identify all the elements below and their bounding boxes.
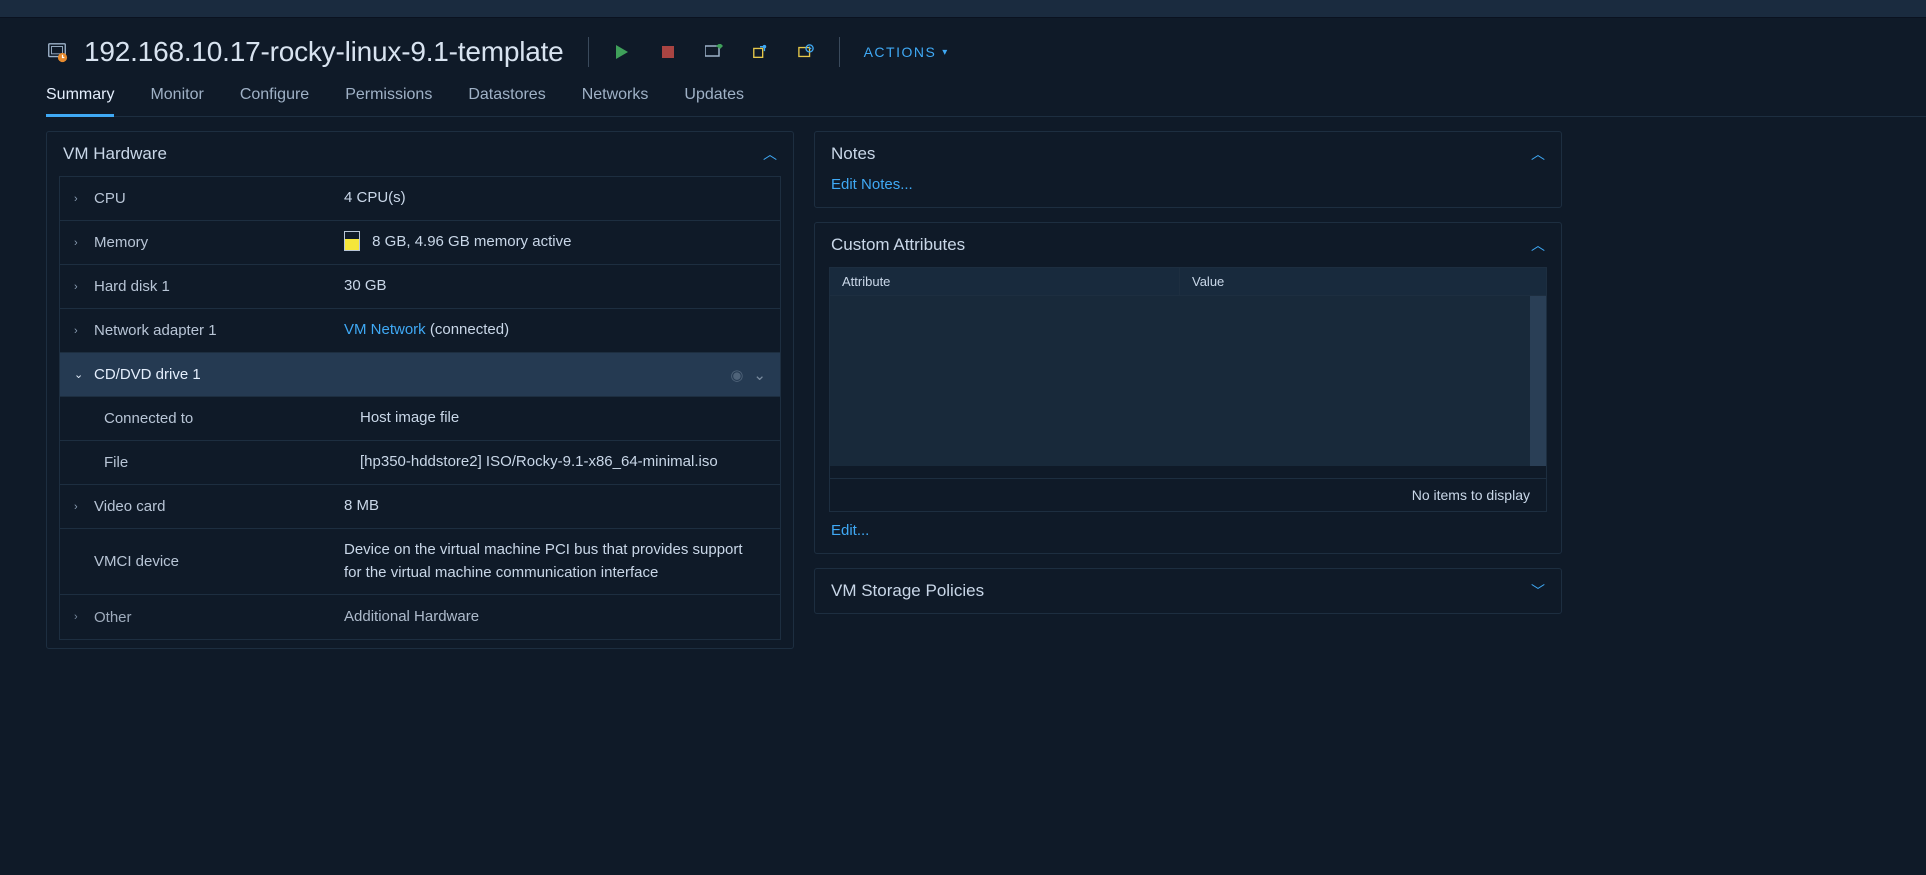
chevron-down-icon[interactable]: ﹀ — [1531, 581, 1545, 601]
hw-row-cpu[interactable]: › CPU 4 CPU(s) — [60, 177, 780, 221]
vm-hardware-card: VM Hardware ︿ › CPU 4 CPU(s) — [46, 131, 794, 649]
notes-card: Notes ︿ Edit Notes... — [814, 131, 1562, 208]
hw-row-memory[interactable]: › Memory 8 GB, 4.96 GB memory active — [60, 221, 780, 265]
hw-label-cpu: CPU — [94, 190, 126, 207]
custom-attributes-card: Custom Attributes ︿ Attribute Value No i… — [814, 222, 1562, 554]
chevron-down-icon[interactable]: ⌄ — [74, 368, 84, 381]
column-header-value[interactable]: Value — [1180, 268, 1546, 295]
divider — [588, 37, 589, 67]
hw-label-network: Network adapter 1 — [94, 322, 217, 339]
hw-row-vmci: VMCI device Device on the virtual machin… — [60, 529, 780, 595]
chevron-right-icon[interactable]: › — [74, 501, 84, 513]
hw-label-hard-disk: Hard disk 1 — [94, 278, 170, 295]
tab-configure[interactable]: Configure — [240, 78, 309, 116]
actions-label: ACTIONS — [864, 44, 937, 60]
hw-value-memory: 8 GB, 4.96 GB memory active — [344, 231, 766, 254]
hw-label-connected-to: Connected to — [104, 410, 193, 427]
chevron-right-icon[interactable]: › — [74, 193, 84, 205]
chevron-down-icon[interactable]: ⌄ — [753, 366, 766, 384]
hw-value-cpu: 4 CPU(s) — [344, 187, 766, 210]
custom-attributes-title: Custom Attributes — [831, 235, 965, 255]
custom-attributes-table: Attribute Value No items to display — [829, 267, 1547, 512]
chevron-right-icon[interactable]: › — [74, 611, 84, 623]
hw-row-hard-disk[interactable]: › Hard disk 1 30 GB — [60, 265, 780, 309]
page-header: 192.168.10.17-rocky-linux-9.1-template A… — [46, 18, 1926, 78]
chevron-up-icon[interactable]: ︿ — [763, 144, 777, 164]
edit-notes-link[interactable]: Edit Notes... — [815, 176, 929, 207]
notes-header[interactable]: Notes ︿ — [815, 132, 1561, 176]
tab-summary[interactable]: Summary — [46, 78, 114, 116]
chevron-right-icon[interactable]: › — [74, 325, 84, 337]
hw-label-file: File — [104, 454, 128, 471]
table-body-empty — [830, 296, 1546, 466]
connect-icon[interactable]: ◉ — [730, 366, 743, 384]
hw-label-vmci: VMCI device — [94, 553, 179, 570]
custom-attributes-header[interactable]: Custom Attributes ︿ — [815, 223, 1561, 267]
toolbar — [613, 43, 815, 61]
hw-row-network[interactable]: › Network adapter 1 VM Network (connecte… — [60, 309, 780, 353]
storage-policies-card: VM Storage Policies ﹀ — [814, 568, 1562, 614]
tab-permissions[interactable]: Permissions — [345, 78, 432, 116]
tab-updates[interactable]: Updates — [684, 78, 744, 116]
tab-networks[interactable]: Networks — [582, 78, 649, 116]
divider — [839, 37, 840, 67]
hw-label-cd-dvd: CD/DVD drive 1 — [94, 366, 201, 383]
hw-value-video: 8 MB — [344, 495, 766, 518]
edit-attributes-link[interactable]: Edit... — [815, 512, 885, 553]
tab-monitor[interactable]: Monitor — [150, 78, 203, 116]
chevron-down-icon: ▾ — [942, 47, 949, 58]
hw-label-memory: Memory — [94, 234, 148, 251]
hw-row-cd-dvd[interactable]: ⌄ CD/DVD drive 1 ◉ ⌄ — [60, 353, 780, 397]
vm-hardware-table: › CPU 4 CPU(s) › Memory — [59, 176, 781, 640]
snapshot-icon[interactable] — [797, 43, 815, 61]
table-header-row: Attribute Value — [830, 268, 1546, 296]
hw-row-cd-connected-to: Connected to Host image file — [60, 397, 780, 441]
tab-bar: Summary Monitor Configure Permissions Da… — [46, 78, 1926, 117]
migrate-icon[interactable] — [751, 43, 769, 61]
hw-value-file: [hp350-hddstore2] ISO/Rocky-9.1-x86_64-m… — [360, 451, 720, 474]
hw-label-video: Video card — [94, 498, 165, 515]
table-empty-text: No items to display — [830, 478, 1546, 511]
network-link[interactable]: VM Network — [344, 321, 426, 338]
vm-template-icon — [46, 41, 68, 63]
memory-usage-indicator — [344, 231, 360, 251]
chevron-right-icon[interactable]: › — [74, 281, 84, 293]
actions-dropdown[interactable]: ACTIONS ▾ — [864, 44, 949, 60]
tab-datastores[interactable]: Datastores — [468, 78, 545, 116]
power-off-icon[interactable] — [659, 43, 677, 61]
hw-row-other[interactable]: › Other Additional Hardware — [60, 595, 780, 639]
launch-console-icon[interactable] — [705, 43, 723, 61]
chevron-right-icon[interactable]: › — [74, 237, 84, 249]
power-on-icon[interactable] — [613, 43, 631, 61]
column-header-attribute[interactable]: Attribute — [830, 268, 1180, 295]
hw-value-connected-to: Host image file — [360, 407, 766, 430]
window-top-strip — [0, 0, 1926, 18]
hw-value-other: Additional Hardware — [344, 606, 766, 629]
hw-row-video[interactable]: › Video card 8 MB — [60, 485, 780, 529]
hw-value-memory-text: 8 GB, 4.96 GB memory active — [372, 233, 571, 250]
vm-hardware-title: VM Hardware — [63, 144, 167, 164]
hw-value-vmci: Device on the virtual machine PCI bus th… — [344, 539, 744, 584]
page-title: 192.168.10.17-rocky-linux-9.1-template — [84, 36, 564, 68]
hw-label-other: Other — [94, 609, 132, 626]
notes-title: Notes — [831, 144, 875, 164]
chevron-up-icon[interactable]: ︿ — [1531, 235, 1545, 255]
vertical-scrollbar[interactable] — [1530, 296, 1546, 466]
network-status: (connected) — [426, 321, 509, 338]
hw-row-cd-file: File [hp350-hddstore2] ISO/Rocky-9.1-x86… — [60, 441, 780, 485]
vm-hardware-header[interactable]: VM Hardware ︿ — [47, 132, 793, 176]
chevron-up-icon[interactable]: ︿ — [1531, 144, 1545, 164]
hw-value-hard-disk: 30 GB — [344, 275, 766, 298]
storage-policies-header[interactable]: VM Storage Policies ﹀ — [815, 569, 1561, 613]
storage-policies-title: VM Storage Policies — [831, 581, 984, 601]
hw-value-network: VM Network (connected) — [344, 319, 766, 342]
